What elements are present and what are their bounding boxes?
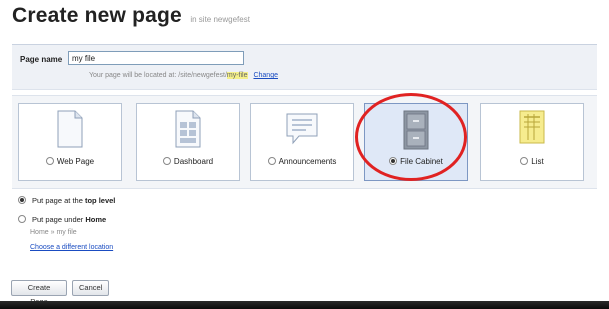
template-chooser: Web Page Dashboard Announcements File Ca… — [12, 95, 597, 189]
template-web-page-option[interactable]: Web Page — [19, 157, 121, 166]
web-page-icon — [56, 110, 84, 153]
file-cabinet-radio[interactable] — [389, 157, 398, 165]
list-icon — [519, 110, 545, 149]
under-page-bold: Home — [85, 215, 107, 224]
page-name-input[interactable] — [68, 51, 244, 65]
template-list[interactable]: List — [480, 103, 584, 181]
template-announcements[interactable]: Announcements — [250, 103, 354, 181]
create-page-button[interactable]: Create Page — [11, 280, 67, 306]
page-header: Create new page in site newgefest — [12, 4, 250, 28]
choose-location-link[interactable]: Choose a different location — [30, 244, 113, 251]
template-file-cabinet-label: File Cabinet — [400, 157, 443, 166]
list-radio[interactable] — [520, 157, 529, 165]
template-web-page-label: Web Page — [56, 157, 95, 166]
template-dashboard[interactable]: Dashboard — [136, 103, 240, 181]
template-web-page[interactable]: Web Page — [18, 103, 122, 181]
announcements-icon — [285, 110, 319, 153]
page-name-section: Page name Your page will be located at: … — [12, 44, 597, 90]
bottom-bar — [0, 301, 609, 309]
page-name-label: Page name — [20, 55, 63, 64]
top-level-prefix: Put page at the — [32, 196, 85, 205]
template-list-option[interactable]: List — [481, 157, 583, 166]
template-file-cabinet[interactable]: File Cabinet — [364, 103, 468, 181]
dashboard-radio[interactable] — [162, 157, 171, 165]
template-dashboard-option[interactable]: Dashboard — [137, 157, 239, 166]
template-file-cabinet-option[interactable]: File Cabinet — [365, 157, 467, 166]
page-location-text: Your page will be located at: /site/newg… — [89, 72, 278, 79]
under-page-prefix: Put page under — [32, 215, 86, 224]
page-title: Create new page — [12, 4, 182, 27]
file-cabinet-icon — [403, 110, 429, 155]
top-level-option[interactable]: Put page at the top level — [18, 196, 115, 205]
location-prefix: Your page will be located at: /site/newg… — [89, 72, 227, 79]
template-announcements-option[interactable]: Announcements — [251, 157, 353, 166]
top-level-bold: top level — [84, 196, 116, 205]
under-page-option[interactable]: Put page under Home — [18, 215, 106, 224]
template-list-label: List — [531, 157, 544, 166]
template-announcements-label: Announcements — [278, 157, 337, 166]
template-dashboard-label: Dashboard — [173, 157, 214, 166]
dashboard-icon — [174, 110, 202, 153]
location-slug: my-file — [226, 72, 248, 79]
under-page-radio[interactable] — [18, 215, 26, 223]
location-path: Home » my file — [30, 229, 77, 236]
change-location-link[interactable]: Change — [253, 72, 278, 79]
top-level-radio[interactable] — [18, 196, 26, 204]
page-subtitle: in site newgefest — [190, 15, 250, 24]
web-page-radio[interactable] — [45, 157, 54, 165]
announcements-radio[interactable] — [267, 157, 276, 165]
cancel-button[interactable]: Cancel — [72, 280, 109, 296]
